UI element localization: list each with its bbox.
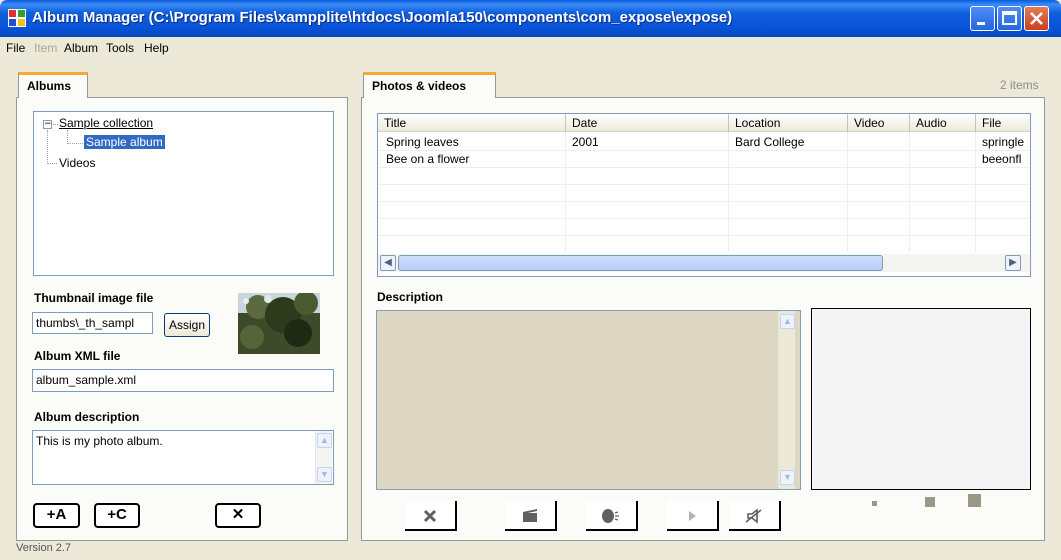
delete-album-button[interactable]: ✕ (215, 503, 261, 528)
column-audio[interactable]: Audio (910, 114, 976, 132)
scroll-up-icon[interactable]: ▲ (780, 314, 795, 329)
thumb-size-small-icon[interactable] (872, 501, 877, 506)
tree-item-videos[interactable]: Videos (59, 156, 95, 170)
menu-album[interactable]: Album (64, 41, 98, 55)
delete-item-button[interactable] (405, 501, 457, 531)
add-album-button[interactable]: +A (33, 503, 80, 528)
photos-grid[interactable]: Title Date Location Video Audio File Spr… (377, 113, 1031, 277)
scroll-up-icon[interactable]: ▲ (317, 433, 332, 448)
album-tree[interactable]: − Sample collection Sample album Videos (33, 111, 334, 276)
tab-albums[interactable]: Albums (18, 72, 88, 98)
assign-button[interactable]: Assign (164, 313, 210, 337)
thumb-size-medium-icon[interactable] (925, 497, 935, 507)
speaking-head-icon (602, 509, 619, 523)
photo-preview (811, 308, 1031, 490)
cell-file: springle (982, 135, 1025, 149)
grid-header: Title Date Location Video Audio File (378, 114, 1030, 132)
maximize-icon (1002, 11, 1017, 25)
description-label: Description (377, 290, 444, 304)
cell-location: Bard College (735, 135, 805, 149)
scroll-left-icon[interactable]: ◀ (380, 255, 396, 271)
item-count: 2 items (1000, 78, 1039, 92)
column-title[interactable]: Title (378, 114, 566, 132)
version-label: Version 2.7 (16, 542, 72, 554)
scroll-down-icon[interactable]: ▼ (317, 467, 332, 482)
photo-description-field[interactable] (376, 310, 801, 490)
column-location[interactable]: Location (729, 114, 848, 132)
x-icon (423, 509, 437, 523)
clapperboard-icon (523, 509, 537, 522)
cell-title: Bee on a flower (386, 152, 470, 166)
cell-file: beeonfl (982, 152, 1022, 166)
thumbnail-field[interactable]: thumbs\_th_sampl (32, 312, 153, 334)
scroll-thumb[interactable] (398, 255, 883, 271)
album-description-field[interactable]: This is my photo album. (32, 430, 334, 485)
minimize-icon (977, 22, 985, 25)
menu-item[interactable]: Item (34, 41, 57, 55)
column-file[interactable]: File (976, 114, 1030, 132)
play-icon (689, 511, 696, 521)
menu-file[interactable]: File (6, 41, 25, 55)
window-title: Album Manager (C:\Program Files\xampplit… (32, 9, 733, 26)
maximize-button[interactable] (997, 6, 1022, 31)
mute-icon (745, 508, 762, 524)
tree-item-sample-collection[interactable]: Sample collection (59, 116, 153, 130)
cell-date: 2001 (572, 135, 599, 149)
tree-item-sample-album[interactable]: Sample album (84, 135, 165, 149)
menu-tools[interactable]: Tools (106, 41, 134, 55)
thumbnail-image (238, 293, 320, 354)
thumb-size-large-icon[interactable] (968, 494, 981, 507)
album-xml-label: Album XML file (34, 349, 121, 363)
collapse-icon[interactable]: − (43, 120, 52, 129)
description-scrollbar[interactable]: ▲ ▼ (315, 431, 332, 484)
column-video[interactable]: Video (848, 114, 910, 132)
menu-help[interactable]: Help (144, 41, 169, 55)
play-button[interactable] (667, 501, 719, 531)
tab-photos-videos[interactable]: Photos & videos (363, 72, 496, 98)
menu-bar: File Item Album Tools Help (0, 37, 1061, 59)
scroll-right-icon[interactable]: ▶ (1005, 255, 1021, 271)
grid-horizontal-scrollbar[interactable]: ◀ ▶ (378, 254, 1030, 272)
title-bar[interactable]: Album Manager (C:\Program Files\xampplit… (0, 0, 1061, 37)
app-icon (8, 9, 26, 27)
add-audio-button[interactable] (586, 501, 638, 531)
close-button[interactable] (1024, 6, 1049, 31)
scroll-down-icon[interactable]: ▼ (780, 470, 795, 485)
column-date[interactable]: Date (566, 114, 729, 132)
thumbnail-label: Thumbnail image file (34, 291, 154, 305)
cell-title: Spring leaves (386, 135, 459, 149)
minimize-button[interactable] (970, 6, 995, 31)
album-xml-field[interactable]: album_sample.xml (32, 369, 334, 392)
photo-description-scrollbar[interactable]: ▲ ▼ (778, 311, 795, 489)
close-icon (1030, 12, 1043, 25)
add-video-button[interactable] (505, 501, 557, 531)
add-collection-button[interactable]: +C (94, 503, 140, 528)
album-description-label: Album description (34, 410, 140, 424)
mute-button[interactable] (729, 501, 781, 531)
album-description-text: This is my photo album. (36, 434, 163, 448)
